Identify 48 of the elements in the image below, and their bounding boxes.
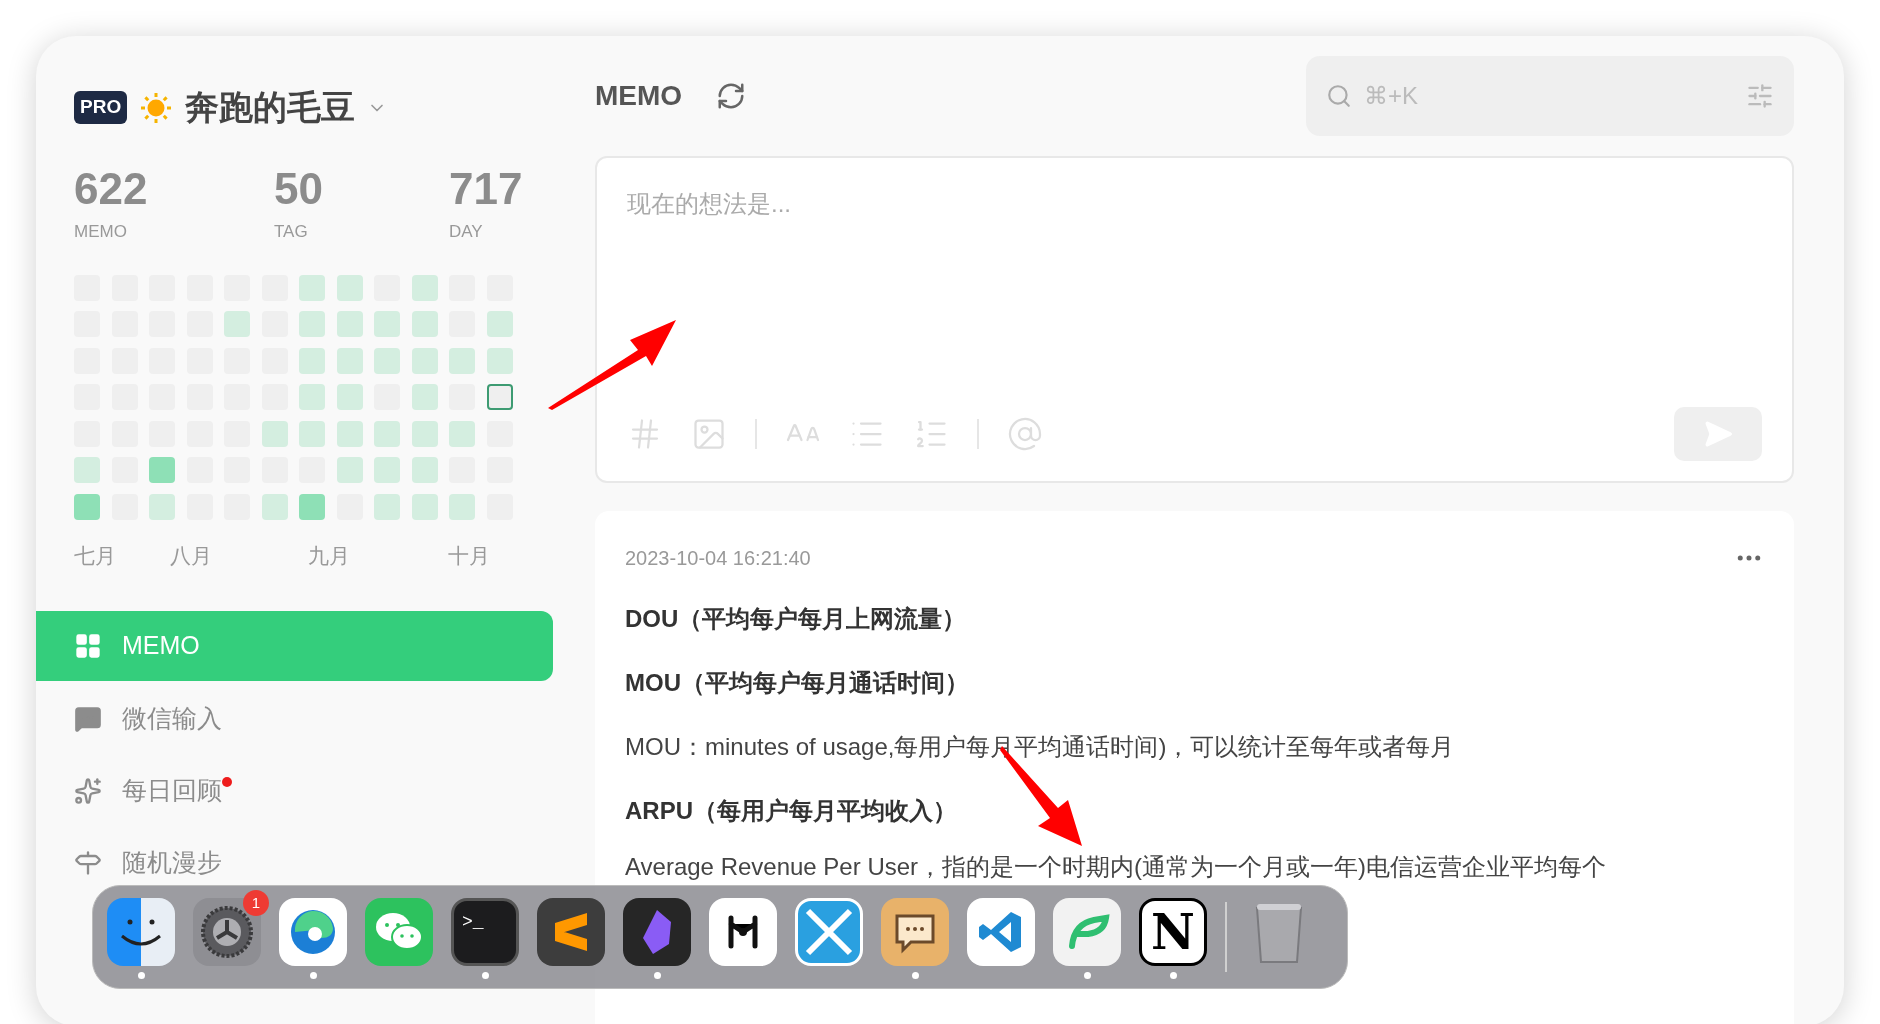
user-name[interactable]: 奔跑的毛豆 [185,82,356,133]
cross-icon[interactable] [795,898,863,966]
speech-bubble-icon[interactable] [881,898,949,966]
sun-icon [139,90,174,125]
nav-item[interactable]: 微信输入 [36,701,553,737]
heatmap-day[interactable] [486,384,513,410]
memo-heading: MOU（平均每户每月通话时间） [625,668,970,698]
nav-item[interactable]: 随机漫步 [36,845,553,881]
pro-badge: PRO [74,91,128,124]
signpost-icon [74,849,102,877]
month-label: 八月 [170,543,212,567]
notification-badge: 1 [243,890,269,916]
memo-input[interactable]: 现在的想法是... [627,186,1762,222]
stat-label: TAG [274,221,309,243]
refresh-icon[interactable] [716,81,747,111]
code-ribbon-icon[interactable] [967,898,1035,966]
smiling-face-icon[interactable] [107,898,175,966]
nav-item[interactable]: 每日回顾 [36,773,553,809]
page-title: MEMO [595,79,683,113]
crystal-icon[interactable] [623,898,691,966]
memo-paragraph: Average Revenue Per User，指的是一个时期内(通常为一个月或一年)电信运营企业平均每个 [625,852,1608,882]
month-label: 七月 [74,543,116,567]
heatmap-day[interactable] [74,493,100,520]
filter-icon[interactable] [1746,82,1774,110]
mention-icon[interactable] [1007,416,1043,452]
chat-bubble-icon [74,705,102,733]
image-icon[interactable] [691,416,727,452]
month-label: 十月 [448,543,490,567]
heatmap-day[interactable] [299,493,325,520]
sparkle-icon [74,777,102,805]
stat-value: 50 [274,163,324,215]
stat-value: 622 [74,163,149,215]
grid-icon [74,632,102,660]
memo-heading: DOU（平均每户每月上网流量） [625,604,968,634]
memo-date: 2023-10-04 16:21:40 [625,546,811,571]
stat-label: MEMO [74,221,128,243]
terminal-icon[interactable]: >_ [451,898,519,966]
memo-heading: ARPU（每用户每月平均收入） [625,796,958,826]
month-label: 九月 [308,543,350,567]
stat-label: DAY [449,221,484,243]
chat-bubbles-icon[interactable] [365,898,433,966]
leaf-icon[interactable] [1053,898,1121,966]
stat-value: 717 [449,163,523,215]
gear-icon[interactable] [193,898,261,966]
swirl-icon[interactable] [279,898,347,966]
nav-item[interactable]: MEMO [36,611,553,681]
notion-logo-icon[interactable]: N [1139,898,1207,966]
search-icon [1326,83,1352,109]
